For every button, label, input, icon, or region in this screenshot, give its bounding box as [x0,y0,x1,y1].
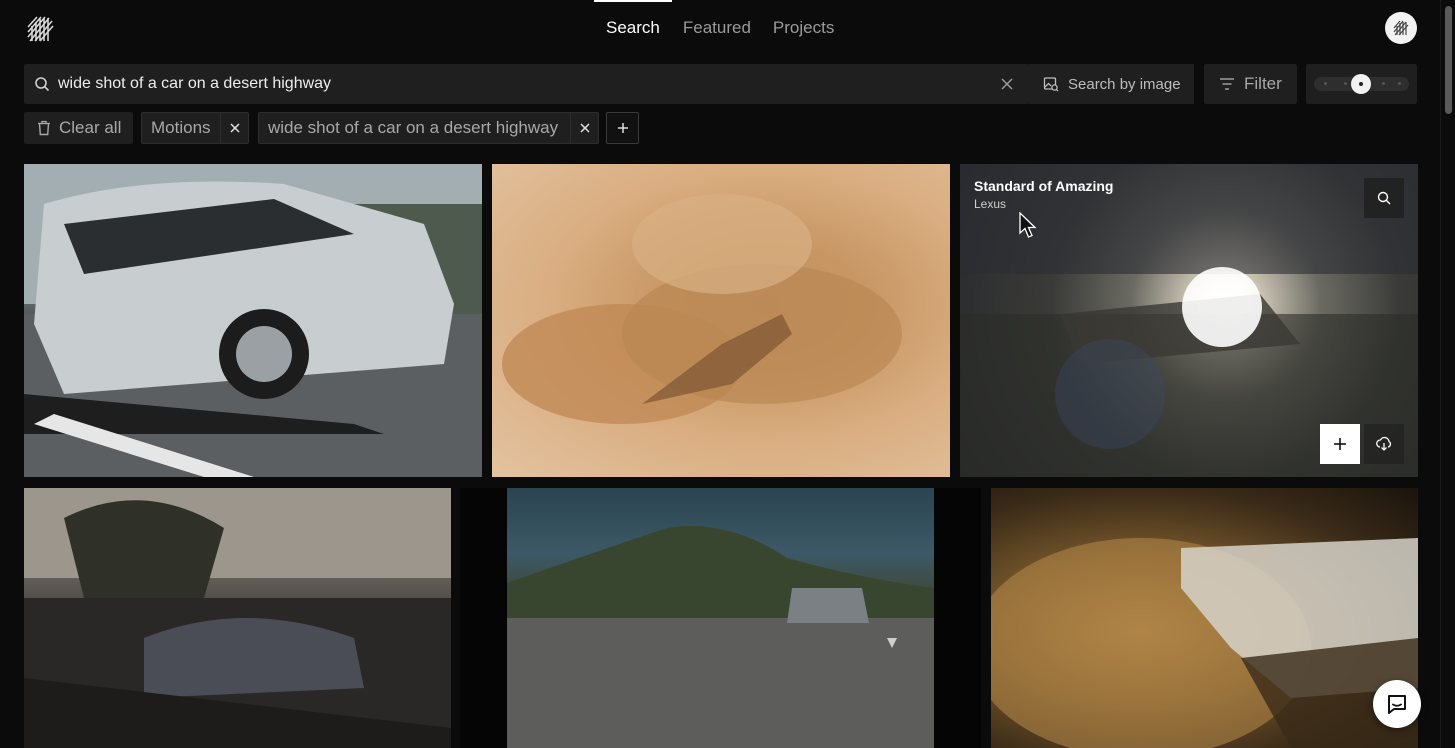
search-icon [35,77,50,92]
slider-step-dot [1344,82,1347,85]
chat-icon [1388,695,1406,714]
filter-chip-query: wide shot of a car on a desert highway [258,112,599,144]
clear-all-button[interactable]: Clear all [24,112,133,144]
result-tile[interactable] [24,488,451,748]
plus-icon [617,123,628,133]
dust-supercar-thumbnail-image [991,538,1418,748]
filter-icon [1220,78,1234,90]
search-input[interactable] [58,64,978,104]
image-search-icon [1043,77,1059,92]
download-button[interactable] [1364,424,1404,464]
filter-button[interactable]: Filter [1204,64,1297,104]
result-tile[interactable] [991,488,1418,748]
remove-chip-button[interactable] [220,113,248,143]
search-by-image-button[interactable]: Search by image [1029,64,1194,104]
runway-car-thumbnail-image [507,488,934,748]
search-icon [1377,191,1391,205]
trash-icon [38,120,50,136]
result-tile[interactable] [460,488,981,748]
slider-step-dot [1382,82,1385,85]
coupe-road-thumbnail-image [24,488,451,748]
close-icon [229,123,240,133]
car-thumbnail-image [24,164,482,477]
clear-search-icon[interactable] [1000,77,1014,91]
chip-label: wide shot of a car on a desert highway [268,118,559,137]
slider-step-dot [1324,82,1327,85]
add-to-project-button[interactable] [1320,424,1360,464]
result-tile-hovered[interactable]: Standard of Amazing Lexus [960,164,1418,477]
tab-projects[interactable]: Projects [762,0,845,56]
app-page: Search Featured Projects wide shot of a … [0,0,1455,748]
dust-cloud-thumbnail-image [502,194,902,424]
slider-step-dot [1398,82,1401,85]
tile-title: Standard of Amazing [974,178,1114,194]
add-chip-button[interactable] [606,112,639,144]
mouse-cursor-icon [1019,212,1037,238]
avatar-logo-icon [1393,20,1409,36]
tab-featured[interactable]: Featured [672,0,762,56]
download-icon [1376,436,1392,451]
top-navigation: Search Featured Projects [0,0,1440,56]
slider-thumb[interactable] [1351,74,1371,94]
tab-search[interactable]: Search [594,0,672,56]
support-chat-button[interactable] [1373,680,1421,728]
tile-subtitle: Lexus [974,197,1007,211]
filter-chip-motions: Motions [141,112,249,144]
close-icon [579,123,590,133]
clear-all-label: Clear all [59,118,122,137]
scrollbar-thumb[interactable] [1445,6,1452,114]
main-nav: Search Featured Projects [594,0,845,56]
avatar[interactable] [1385,12,1417,44]
thumbnail-size-slider[interactable] [1306,64,1417,104]
filter-label: Filter [1244,74,1282,93]
chip-label: Motions [151,118,211,137]
remove-chip-button[interactable] [570,113,598,143]
search-bar [24,64,1029,104]
result-tile[interactable] [24,164,482,477]
page-scrollbar[interactable] [1440,0,1455,748]
search-by-image-label: Search by image [1068,75,1181,93]
logo-icon[interactable] [26,13,56,43]
plus-icon [1334,438,1346,450]
similar-search-button[interactable] [1364,178,1404,218]
result-tile[interactable] [492,164,950,477]
